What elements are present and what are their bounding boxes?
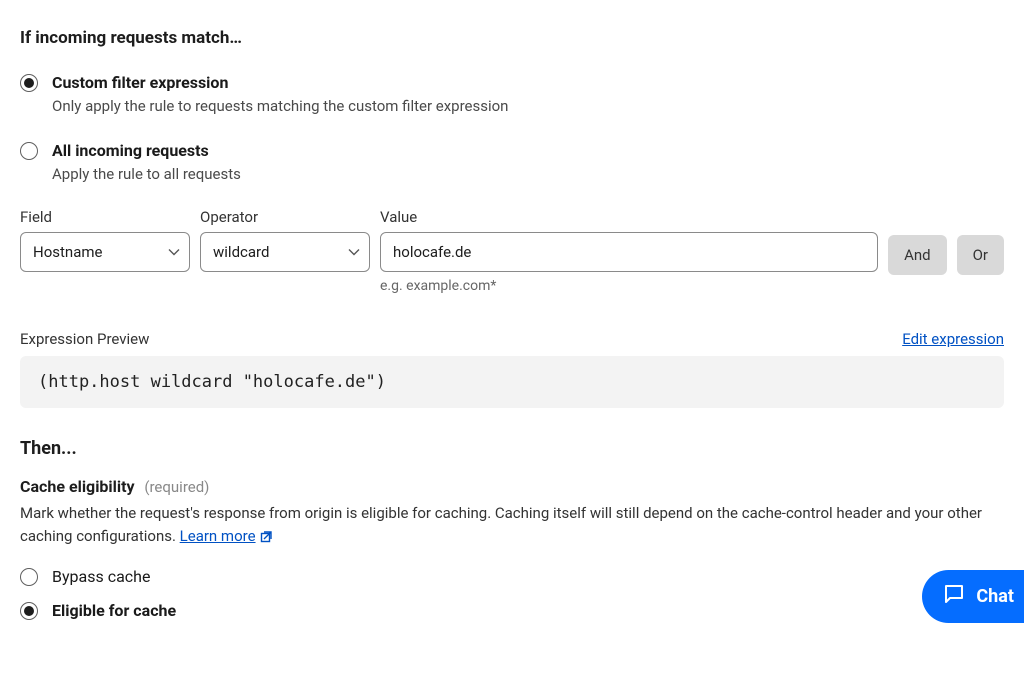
chat-icon [942,582,966,611]
expression-preview: (http.host wildcard "holocafe.de") [20,356,1004,408]
radio-all-label-group: All incoming requests Apply the rule to … [52,140,241,186]
value-hint: e.g. example.com* [380,278,878,294]
radio-bypass[interactable] [20,568,38,586]
and-button[interactable]: And [888,235,947,275]
field-group-operator: Operator wildcard [200,208,370,272]
radio-all-desc: Apply the rule to all requests [52,163,241,186]
cache-required: (required) [144,478,209,496]
radio-custom[interactable] [20,74,38,92]
radio-bypass-label: Bypass cache [52,567,150,586]
match-option-all[interactable]: All incoming requests Apply the rule to … [20,140,1004,186]
cache-title: Cache eligibility [20,477,135,496]
learn-more-link[interactable]: Learn more [180,527,256,545]
preview-label: Expression Preview [20,330,149,348]
filter-row: Field Hostname Operator wildcard Value e… [20,208,1004,294]
cache-eligibility-section: Cache eligibility (required) Mark whethe… [20,477,1004,621]
field-select[interactable]: Hostname [20,232,190,272]
cache-option-bypass[interactable]: Bypass cache [20,566,1004,586]
operator-label: Operator [200,208,370,226]
match-option-custom[interactable]: Custom filter expression Only apply the … [20,72,1004,118]
or-button[interactable]: Or [957,235,1004,275]
cache-desc: Mark whether the request's response from… [20,502,1004,551]
match-heading: If incoming requests match… [20,28,1004,48]
match-section: If incoming requests match… Custom filte… [20,28,1004,186]
radio-all[interactable] [20,142,38,160]
chat-label: Chat [976,586,1014,607]
radio-custom-label-group: Custom filter expression Only apply the … [52,72,508,118]
operator-select[interactable]: wildcard [200,232,370,272]
field-group-value: Value e.g. example.com* [380,208,878,294]
radio-all-title: All incoming requests [52,140,241,162]
value-input[interactable] [380,232,878,272]
radio-eligible-label: Eligible for cache [52,601,176,620]
field-label: Field [20,208,190,226]
radio-custom-title: Custom filter expression [52,72,508,94]
field-group-field: Field Hostname [20,208,190,272]
then-heading: Then... [20,438,1004,459]
value-label: Value [380,208,878,226]
external-link-icon [260,527,274,550]
preview-header: Expression Preview Edit expression [20,330,1004,348]
radio-custom-desc: Only apply the rule to requests matching… [52,95,508,118]
edit-expression-link[interactable]: Edit expression [902,330,1004,348]
cache-option-eligible[interactable]: Eligible for cache [20,600,1004,620]
cache-desc-text: Mark whether the request's response from… [20,504,982,545]
radio-eligible[interactable] [20,602,38,620]
chat-widget[interactable]: Chat [922,570,1024,623]
